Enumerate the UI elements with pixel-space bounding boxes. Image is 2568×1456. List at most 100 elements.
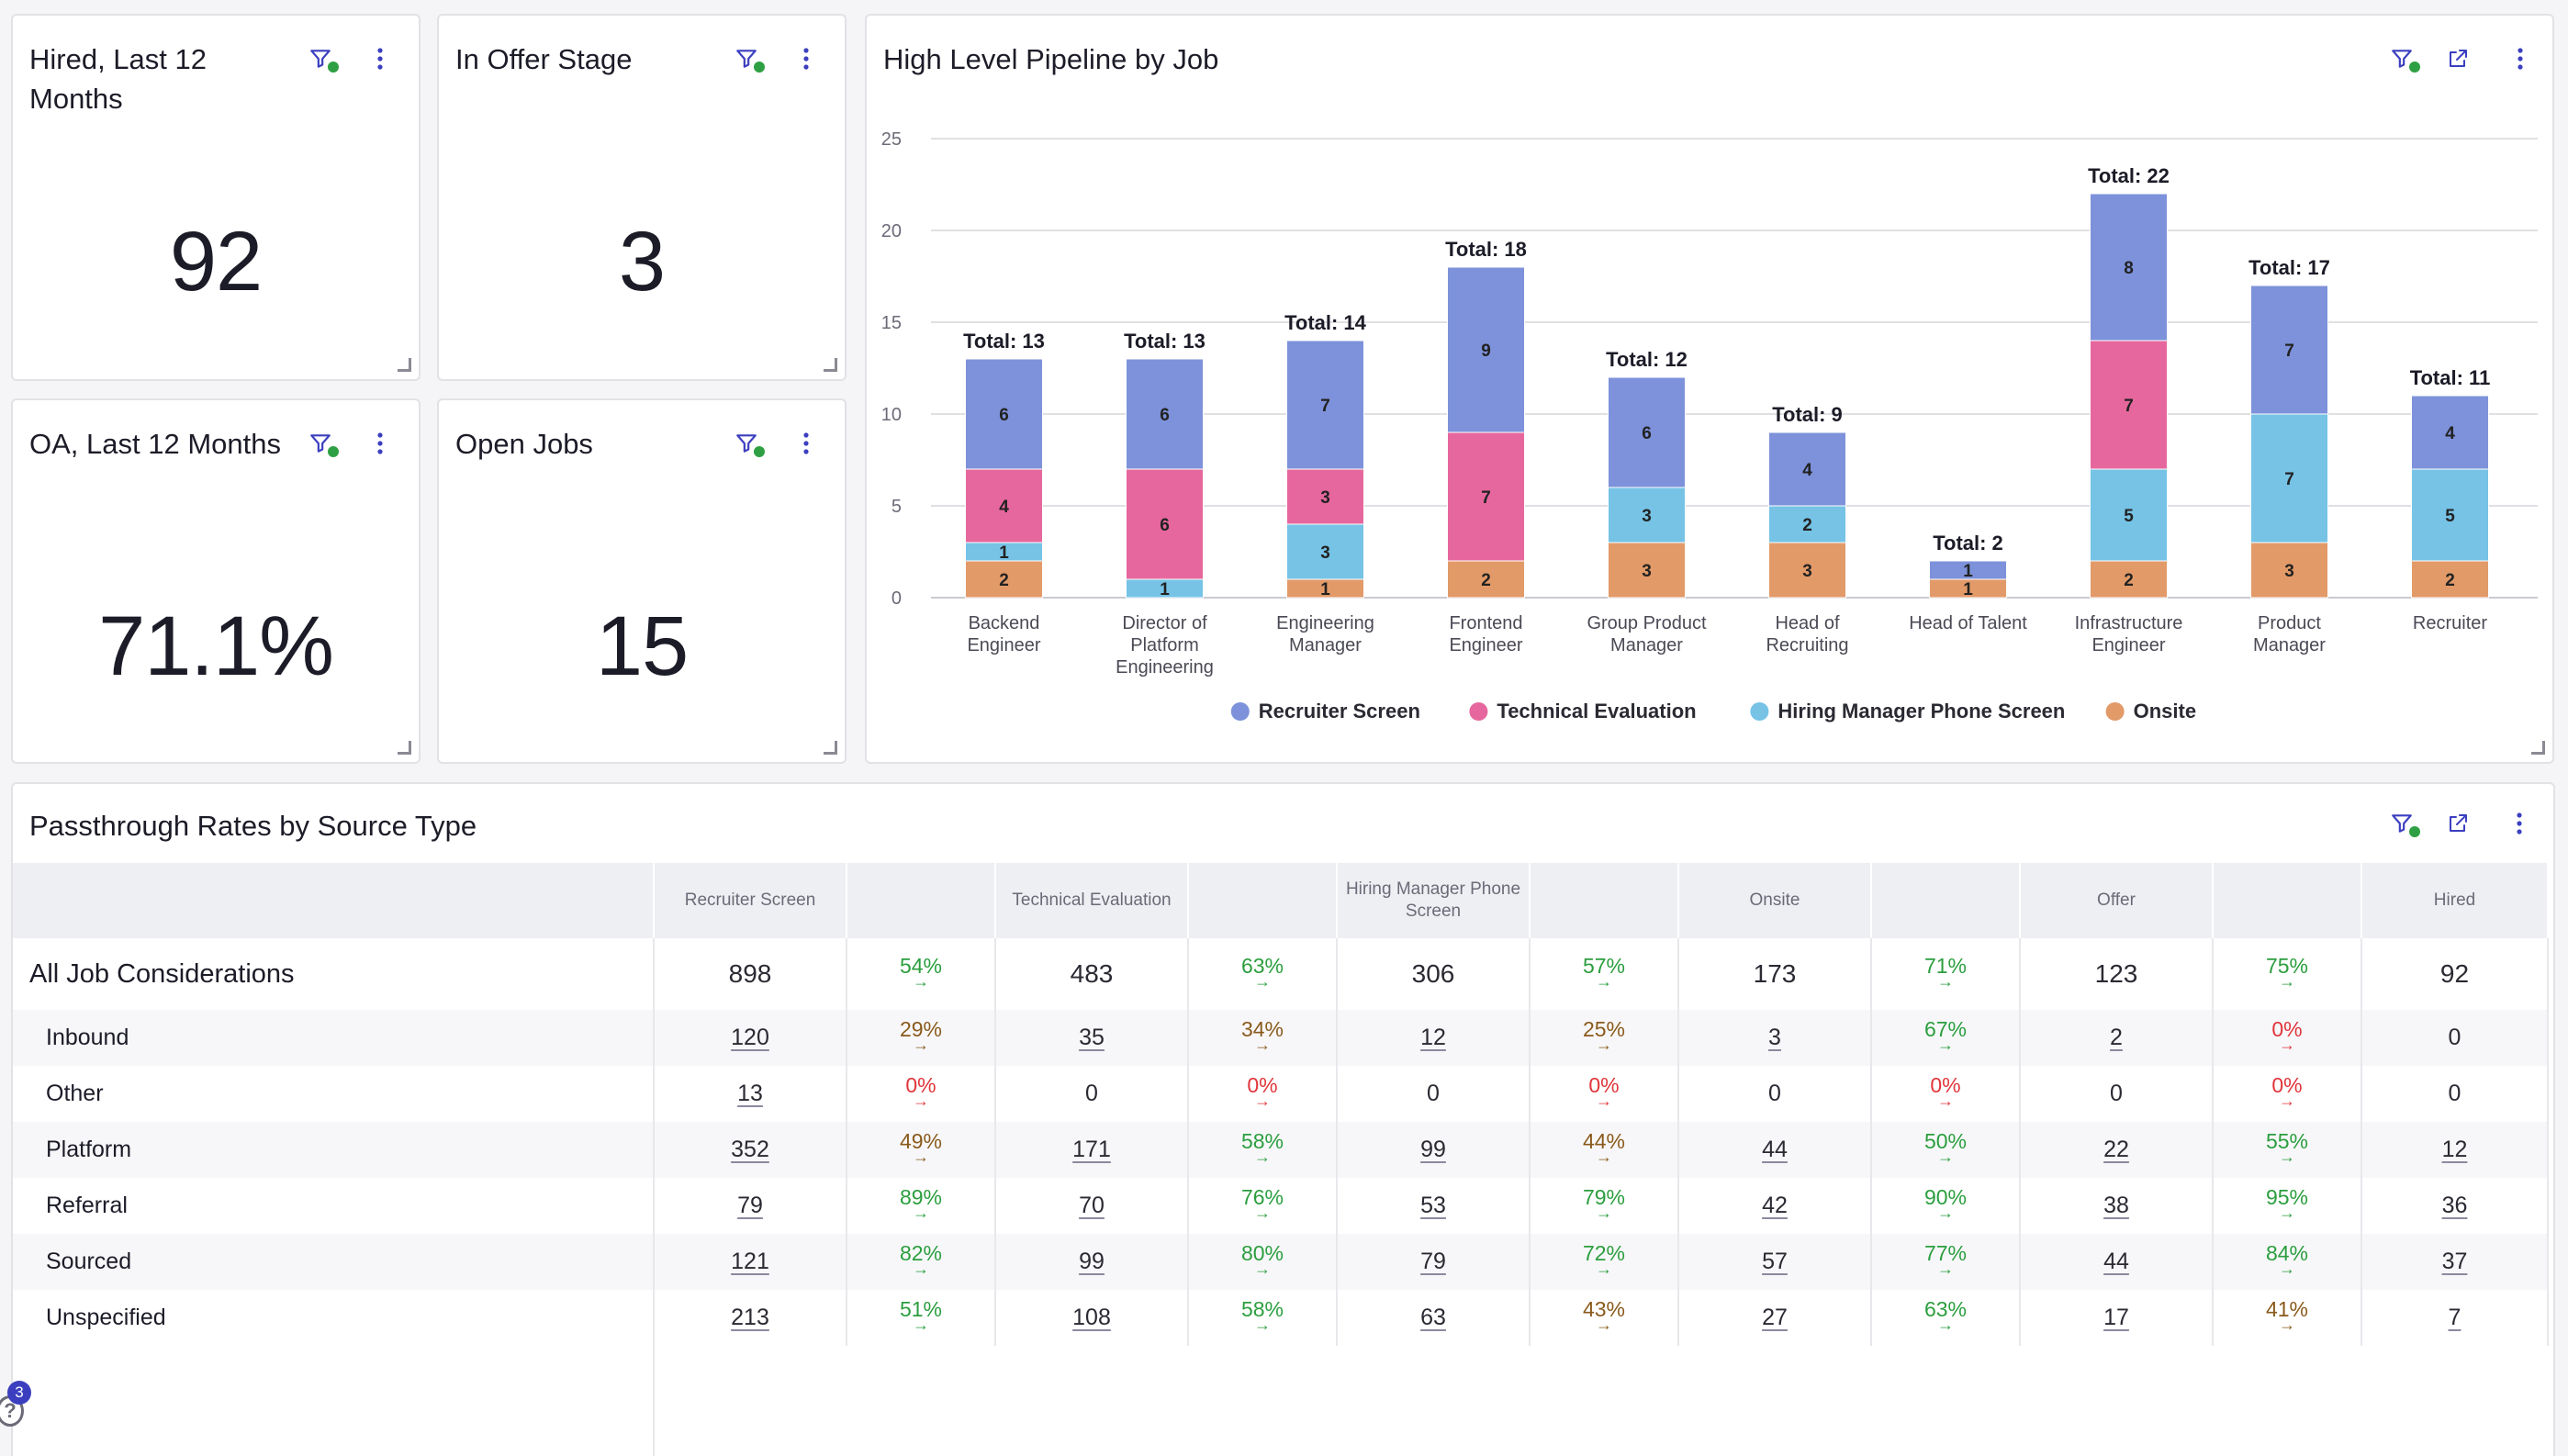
- more-options-button[interactable]: [791, 43, 822, 74]
- count-link[interactable]: 352: [731, 1137, 769, 1162]
- count-link[interactable]: 57: [1762, 1249, 1788, 1274]
- count-cell: 63: [1337, 1290, 1531, 1346]
- passthrough-rate: 34% →: [1241, 1019, 1284, 1054]
- count-link[interactable]: 2: [2110, 1025, 2123, 1050]
- count-link[interactable]: 38: [2103, 1193, 2129, 1218]
- passthrough-rate: 0% →: [2271, 1075, 2302, 1110]
- bar-value-label: 3: [1802, 562, 1812, 581]
- count-link[interactable]: 36: [2442, 1193, 2468, 1218]
- count-link[interactable]: 120: [731, 1025, 769, 1050]
- count-link[interactable]: 99: [1079, 1249, 1105, 1274]
- kebab-menu-icon: [377, 432, 383, 454]
- bar-value-label: 1: [999, 543, 1009, 563]
- column-header: Hiring Manager Phone Screen: [1337, 863, 1531, 938]
- row-label: Sourced: [13, 1234, 655, 1290]
- count-cell: 12: [1337, 1010, 1531, 1066]
- count-link[interactable]: 79: [737, 1193, 763, 1218]
- count-link[interactable]: 3: [1768, 1025, 1781, 1050]
- filter-button[interactable]: [305, 43, 339, 74]
- x-tick-label: Head of: [1775, 613, 1839, 633]
- more-options-button[interactable]: [791, 428, 822, 459]
- bar-value-label: 8: [2124, 259, 2134, 278]
- passthrough-rate-cell: 89% →: [847, 1178, 996, 1234]
- passthrough-rate-cell: 41% →: [2213, 1290, 2362, 1346]
- x-tick-label: Engineering: [1276, 613, 1374, 633]
- count-link[interactable]: 44: [2103, 1249, 2129, 1274]
- count-cell: 171: [995, 1122, 1189, 1178]
- filter-button[interactable]: [731, 428, 765, 459]
- legend-marker: [2105, 702, 2125, 721]
- pipeline-chart-card: High Level Pipeline by Job 0 5 10 15 20 25 2 1 4…: [865, 14, 2554, 764]
- count-link[interactable]: 13: [737, 1081, 763, 1106]
- passthrough-rate-cell: 95% →: [2213, 1178, 2362, 1234]
- row-label: Platform: [13, 1122, 655, 1178]
- count-cell: 79: [654, 1178, 847, 1234]
- count-value: 92: [2439, 959, 2470, 988]
- count-link[interactable]: 213: [731, 1305, 769, 1330]
- count-link[interactable]: 35: [1079, 1025, 1105, 1050]
- passthrough-rate: 82% →: [900, 1243, 942, 1278]
- x-tick-label: Engineering: [1116, 657, 1214, 678]
- kpi-value: 71.1%: [98, 599, 334, 693]
- count-cell: 92: [2361, 938, 2549, 1010]
- passthrough-table-card: Passthrough Rates by Source Type Recruit…: [11, 782, 2555, 1456]
- resize-handle[interactable]: [398, 358, 411, 372]
- count-cell: 17: [2020, 1290, 2214, 1346]
- column-header: [13, 863, 655, 938]
- bar-value-label: 1: [1160, 580, 1170, 599]
- count-cell: 42: [1678, 1178, 1872, 1234]
- passthrough-rate: 0% →: [1588, 1075, 1619, 1110]
- count-link[interactable]: 121: [731, 1249, 769, 1274]
- count-cell: 483: [995, 938, 1189, 1010]
- help-widget[interactable]: ? 3: [0, 1381, 33, 1427]
- open-external-button[interactable]: [2442, 808, 2473, 839]
- count-link[interactable]: 171: [1072, 1137, 1111, 1162]
- count-link[interactable]: 53: [1420, 1193, 1446, 1218]
- table-title: Passthrough Rates by Source Type: [29, 810, 477, 842]
- passthrough-rate-cell: 79% →: [1530, 1178, 1679, 1234]
- bar-value-label: 2: [2445, 571, 2455, 590]
- passthrough-rate: 25% →: [1583, 1019, 1625, 1054]
- bar-value-label: 7: [1320, 397, 1330, 416]
- filter-button[interactable]: [305, 428, 339, 459]
- resize-handle[interactable]: [824, 358, 837, 372]
- passthrough-rate: 95% →: [2266, 1187, 2308, 1222]
- more-options-button[interactable]: [2504, 808, 2535, 839]
- count-cell: 306: [1337, 938, 1531, 1010]
- filter-button[interactable]: [731, 43, 765, 74]
- count-value: 0: [2448, 1025, 2461, 1050]
- bar-value-label: 1: [1963, 562, 1973, 581]
- notification-count-badge: 3: [7, 1381, 31, 1405]
- resize-handle[interactable]: [398, 741, 411, 755]
- passthrough-rate: 55% →: [2266, 1131, 2308, 1166]
- bar-value-label: 6: [1160, 516, 1170, 535]
- count-cell: 123: [2020, 938, 2214, 1010]
- count-link[interactable]: 79: [1420, 1249, 1446, 1274]
- count-cell: 2: [2020, 1010, 2214, 1066]
- count-cell: 173: [1678, 938, 1872, 1010]
- external-link-icon: [2450, 814, 2467, 832]
- count-link[interactable]: 37: [2442, 1249, 2468, 1274]
- count-link[interactable]: 70: [1079, 1193, 1105, 1218]
- count-link[interactable]: 22: [2103, 1137, 2129, 1162]
- filter-button[interactable]: [2386, 808, 2420, 839]
- count-link[interactable]: 63: [1420, 1305, 1446, 1330]
- count-link[interactable]: 12: [2442, 1137, 2468, 1162]
- bar-total-label: Total: 9: [1772, 403, 1843, 426]
- count-link[interactable]: 12: [1420, 1025, 1446, 1050]
- more-options-button[interactable]: [364, 428, 396, 459]
- resize-handle[interactable]: [2531, 741, 2545, 755]
- count-cell: 99: [995, 1234, 1189, 1290]
- column-header: [2213, 863, 2362, 938]
- count-link[interactable]: 42: [1762, 1193, 1788, 1218]
- count-link[interactable]: 108: [1072, 1305, 1111, 1330]
- resize-handle[interactable]: [824, 741, 837, 755]
- count-link[interactable]: 99: [1420, 1137, 1446, 1162]
- count-link[interactable]: 44: [1762, 1137, 1788, 1162]
- count-link[interactable]: 27: [1762, 1305, 1788, 1330]
- bar-value-label: 2: [1481, 571, 1491, 590]
- count-link[interactable]: 7: [2449, 1305, 2461, 1330]
- count-link[interactable]: 17: [2103, 1305, 2129, 1330]
- more-options-button[interactable]: [364, 43, 396, 74]
- bar-total-label: Total: 13: [1124, 330, 1206, 353]
